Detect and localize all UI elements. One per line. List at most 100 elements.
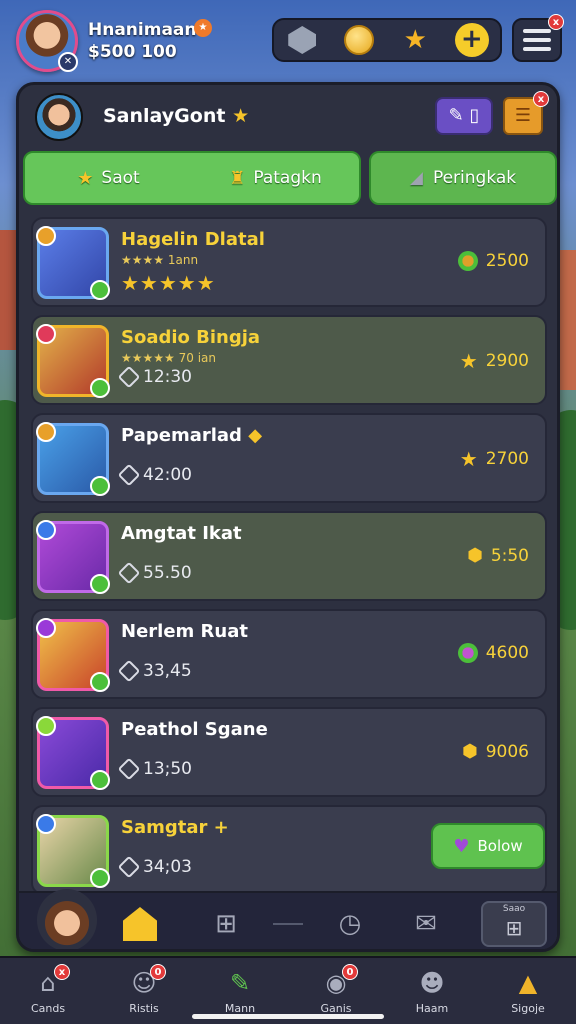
toolbar-divider [273,923,303,925]
tab-saot[interactable]: ★ Saot [25,153,192,203]
list-item[interactable]: Hagelin Dlatal ★★★★ 1ann ★★★★★ 2500 [31,217,547,307]
tab-group: ★ Saot ♜ Patagkn [23,151,361,205]
nav-label: Haam [415,1001,449,1015]
tab-label: Saot [101,168,140,188]
row-time: 12:30 [117,365,192,389]
resource-bar: ★ + [272,18,502,62]
tab-label: Patagkn [253,168,322,188]
robot-icon: ☻ [419,968,445,997]
game-thumbnail [36,422,110,496]
gem-icon [457,643,478,663]
nav-haam[interactable]: ☻ Haam [384,958,480,1024]
menu-button[interactable]: x [512,14,564,62]
row-title: Hagelin Dlatal [121,229,265,250]
star-icon: ★ [459,447,478,471]
nav-cands[interactable]: ⌂ Cands x [0,958,96,1024]
follow-button[interactable]: ♥ Bolow [431,823,545,869]
player-name: Hnanimaan [88,20,197,40]
list-item[interactable]: Papemarlad ◆ 42:00 ★ 2700 [31,413,547,503]
home-indicator[interactable] [192,1014,384,1019]
title-star-icon: ★ [232,105,250,127]
gem-icon: ⬢ [462,741,478,762]
grid-icon[interactable]: ⊞ [209,907,243,941]
nav-label: Mann [224,1001,256,1015]
row-title: Soadio Bingja [121,327,261,348]
list-item[interactable]: Amgtat Ikat 55.50 ⬢ 5:50 [31,511,547,601]
game-thumbnail [36,618,110,692]
row-score: ★ 2900 [459,349,529,373]
nav-label: Sigoje [511,1001,545,1015]
row-time: 34;03 [117,855,192,879]
player-coins: $500 100 [88,42,177,62]
row-time: 13;50 [117,757,192,781]
rating-stars: ★★★★★ [121,271,216,295]
nav-label: Ristis [129,1001,159,1015]
list-item[interactable]: Samgtar + 34;03 ♥ Bolow [31,805,547,895]
nav-sigoje[interactable]: ▲ Sigoje [480,958,576,1024]
top-bar: ✕ Hnanimaan ★ $500 100 ★ + x [0,0,576,80]
share-button[interactable]: ✎ ▯ [435,97,493,135]
star-icon[interactable]: ★ [398,23,432,57]
gem-icon: ◆ [248,425,263,446]
row-title: Peathol Sgane [121,719,268,740]
row-title: Amgtat Ikat [121,523,242,544]
trophy-icon: ♜ [229,167,246,189]
row-title: Nerlem Ruat [121,621,248,642]
row-title: Samgtar + [121,817,229,838]
notes-badge: x [533,91,549,107]
nav-label: Cands [30,1001,66,1015]
notes-button[interactable]: ☰ x [503,91,549,135]
nav-badge: x [54,964,70,980]
star-icon: ★ [77,167,94,189]
button-label: Bolow [477,837,523,855]
panel-title: SanlayGont ★ [103,105,250,127]
chat-icon[interactable]: ✉ [409,907,443,941]
list-item[interactable]: Nerlem Ruat 33,45 4600 [31,609,547,699]
clock-icon [117,659,141,683]
star-icon: ★ [459,349,478,373]
gem-icon[interactable] [285,23,319,57]
profile-avatar[interactable] [37,889,97,949]
clock-icon [117,463,141,487]
avatar-settings-icon[interactable]: ✕ [58,52,78,72]
tab-bar: ★ Saot ♜ Patagkn ◢ Peringkak [23,151,557,207]
clock-icon [117,855,141,879]
home-icon[interactable] [123,907,157,941]
nav-ristis[interactable]: ☺ Ristis 0 [96,958,192,1024]
panel-header: SanlayGont ★ ✎ ▯ ☰ x [19,85,557,147]
game-thumbnail [36,520,110,594]
row-score: ⬢ 9006 [462,741,529,762]
row-subtitle: ★★★★★ 70 ian [121,351,216,365]
list-item[interactable]: Soadio Bingja ★★★★★ 70 ian 12:30 ★ 2900 [31,315,547,405]
nav-label: Ganis [320,1001,352,1015]
clock-icon[interactable]: ◷ [333,907,367,941]
list-item[interactable]: Peathol Sgane 13;50 ⬢ 9006 [31,707,547,797]
pencil-icon: ✎ [229,968,251,997]
leaderboard-panel: SanlayGont ★ ✎ ▯ ☰ x ★ Saot ♜ Patagkn ◢ … [16,82,560,952]
tab-peringkak[interactable]: ◢ Peringkak [369,151,557,205]
row-score: 2500 [457,251,529,271]
row-subtitle: ★★★★ 1ann [121,253,199,267]
menu-notification-badge: x [548,14,564,30]
game-thumbnail [36,716,110,790]
add-resource-button[interactable]: + [454,23,489,57]
row-time: 42:00 [117,463,192,487]
game-thumbnail [36,226,110,300]
coin-icon [457,251,478,271]
clock-icon [117,561,141,585]
lamp-icon: ▲ [518,968,538,997]
player-level-icon: ★ [194,19,212,37]
nav-badge: 0 [150,964,166,980]
row-score: ★ 2700 [459,447,529,471]
heart-icon: ♥ [453,835,470,857]
row-time: 55.50 [117,561,192,585]
row-score: ⬢ 5:50 [467,545,529,566]
nav-badge: 0 [342,964,358,980]
tab-label: Peringkak [432,168,517,188]
megaphone-icon: ◢ [409,168,423,188]
calculator-button[interactable]: Saao ⊞ [481,901,547,947]
coin-icon[interactable] [342,23,376,57]
game-thumbnail [36,324,110,398]
tab-patagkn[interactable]: ♜ Patagkn [192,153,359,203]
panel-avatar[interactable] [35,93,83,141]
